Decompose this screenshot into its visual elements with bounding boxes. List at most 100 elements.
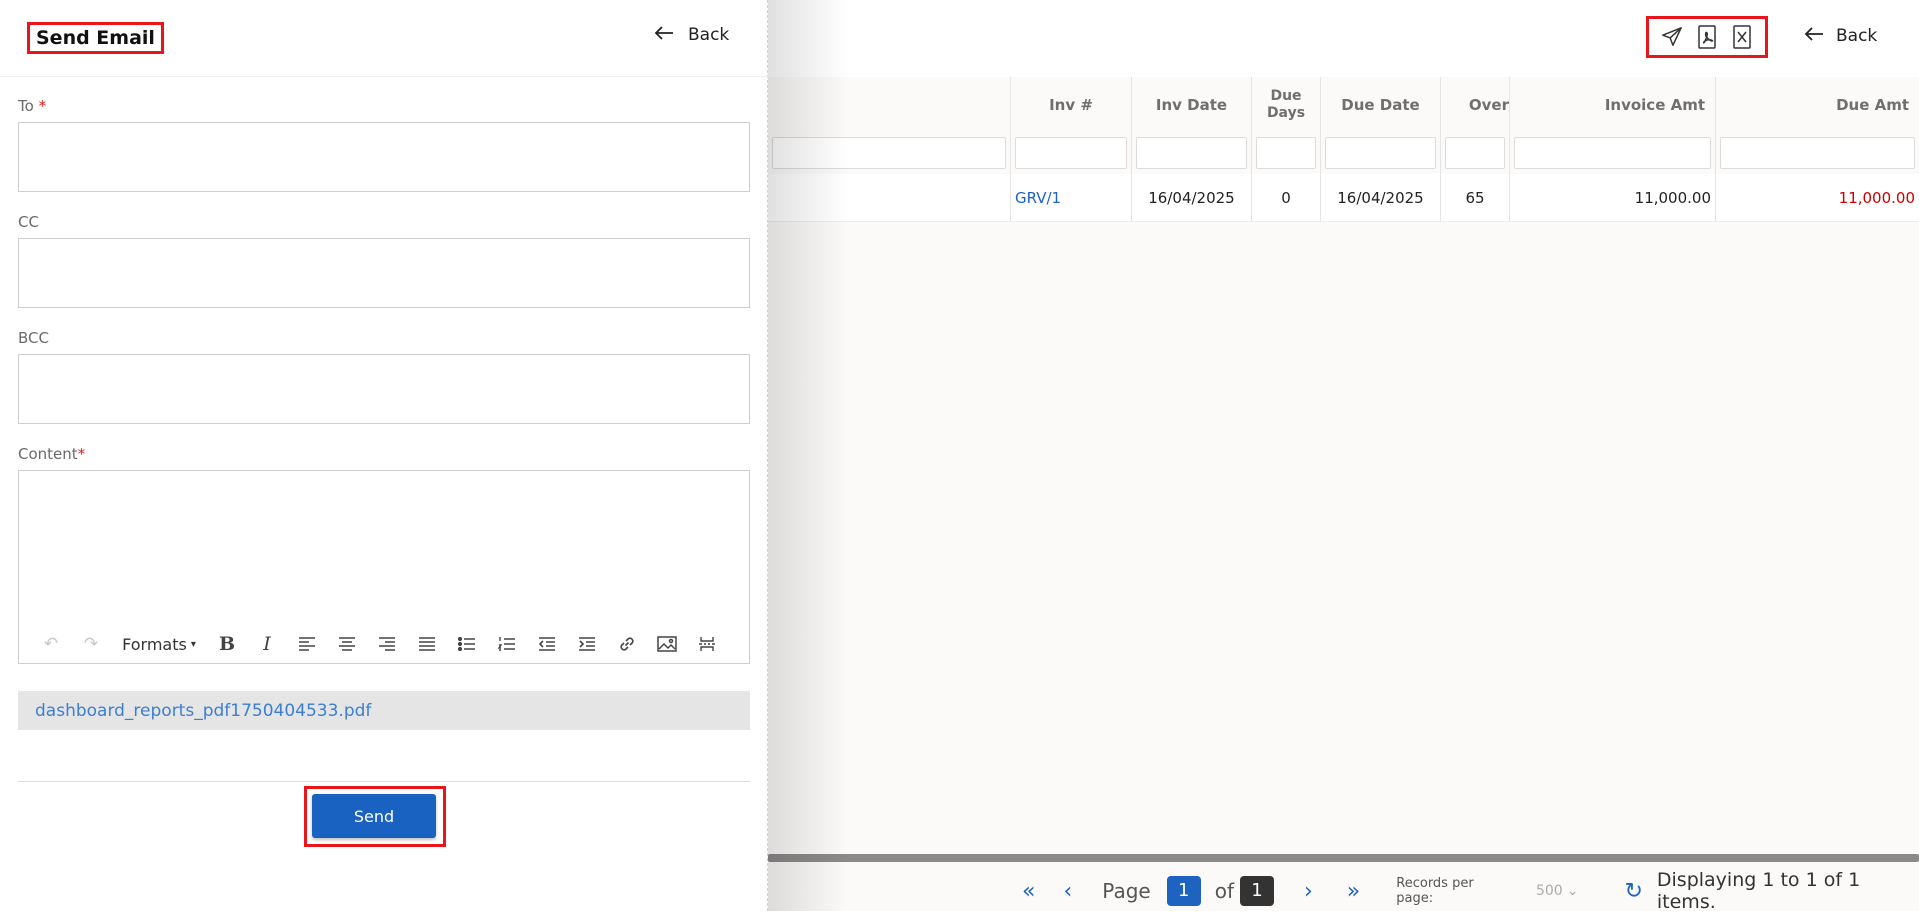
align-left-icon[interactable] bbox=[287, 629, 327, 659]
to-label-text: To bbox=[18, 97, 34, 115]
grid-header-inv-date[interactable]: Inv Date bbox=[1132, 77, 1252, 132]
page-label: Page bbox=[1102, 879, 1151, 903]
divider bbox=[18, 781, 750, 782]
table-cell-due-date: 16/04/2025 bbox=[1321, 174, 1441, 221]
refresh-icon[interactable]: ↻ bbox=[1624, 879, 1642, 904]
prev-page-icon[interactable]: ‹ bbox=[1063, 879, 1072, 904]
align-right-icon[interactable] bbox=[367, 629, 407, 659]
filter-input-invoice-amt[interactable] bbox=[1514, 137, 1711, 169]
bcc-label: BCC bbox=[18, 329, 49, 347]
numbered-list-icon[interactable] bbox=[487, 629, 527, 659]
report-back-button[interactable]: Back bbox=[1804, 26, 1877, 46]
report-page: Back Inv # Inv Date Due Days Due Date Ov… bbox=[768, 0, 1919, 913]
excel-export-icon[interactable] bbox=[1728, 23, 1756, 51]
filter-cell bbox=[1510, 132, 1716, 174]
of-label: of bbox=[1214, 879, 1234, 903]
invoice-grid: Inv # Inv Date Due Days Due Date Over In… bbox=[768, 77, 1919, 222]
filter-cell bbox=[1011, 132, 1132, 174]
panel-back-label: Back bbox=[688, 25, 730, 45]
formats-label: Formats bbox=[122, 634, 187, 654]
content-label-text: Content bbox=[18, 445, 78, 463]
to-label: To * bbox=[18, 97, 46, 115]
records-per-page-label: Records per page: bbox=[1396, 876, 1474, 906]
link-icon[interactable] bbox=[607, 629, 647, 659]
grid-header-due-amt[interactable]: Due Amt bbox=[1716, 77, 1919, 132]
table-cell-over: 65 bbox=[1441, 174, 1510, 221]
filter-input-due-amt[interactable] bbox=[1720, 137, 1915, 169]
next-page-icon[interactable]: › bbox=[1304, 879, 1313, 904]
required-marker: * bbox=[77, 445, 86, 463]
grid-header-inv[interactable]: Inv # bbox=[1011, 77, 1132, 132]
filter-input-due-days[interactable] bbox=[1256, 137, 1316, 169]
records-per-page-select[interactable]: 500 ⌄ bbox=[1536, 883, 1578, 899]
table-cell-invoice-amt: 11,000.00 bbox=[1510, 174, 1716, 221]
send-button[interactable]: Send bbox=[312, 794, 436, 838]
export-actions-group bbox=[1646, 16, 1768, 58]
arrow-left-icon bbox=[654, 25, 674, 45]
display-summary: Displaying 1 to 1 of 1 items. bbox=[1656, 869, 1861, 913]
filter-input[interactable] bbox=[772, 137, 1006, 169]
content-editor[interactable]: ↶ ↷ Formats ▾ B I bbox=[18, 470, 750, 664]
attachment-link[interactable]: dashboard_reports_pdf1750404533.pdf bbox=[18, 691, 750, 730]
filter-input-inv[interactable] bbox=[1015, 137, 1127, 169]
bold-icon[interactable]: B bbox=[207, 629, 247, 659]
pagination-bar: « ‹ Page 1 of 1 › » Records per page: 50… bbox=[768, 869, 1919, 913]
table-cell-inv-date: 16/04/2025 bbox=[1132, 174, 1252, 221]
current-page-input[interactable]: 1 bbox=[1166, 876, 1201, 906]
bcc-field[interactable] bbox=[18, 354, 750, 424]
report-back-label: Back bbox=[1836, 26, 1878, 46]
page-title: Send Email bbox=[27, 22, 164, 54]
caret-down-icon: ▾ bbox=[190, 638, 196, 650]
required-marker: * bbox=[38, 97, 47, 115]
invoice-link[interactable]: GRV/1 bbox=[1011, 174, 1132, 221]
filter-cell bbox=[1321, 132, 1441, 174]
grid-filter-row bbox=[768, 132, 1919, 174]
table-cell-due-days: 0 bbox=[1252, 174, 1321, 221]
filter-cell bbox=[1716, 132, 1919, 174]
table-row[interactable]: GRV/1 16/04/2025 0 16/04/2025 65 11,000.… bbox=[768, 174, 1919, 222]
horizontal-scrollbar[interactable] bbox=[768, 854, 1919, 862]
table-cell-due-amt: 11,000.00 bbox=[1838, 188, 1915, 207]
total-pages: 1 bbox=[1239, 876, 1274, 906]
to-field[interactable] bbox=[18, 122, 750, 192]
grid-header-invoice-amt[interactable]: Invoice Amt bbox=[1510, 77, 1716, 132]
panel-back-button[interactable]: Back bbox=[654, 25, 729, 45]
indent-icon[interactable] bbox=[567, 629, 607, 659]
editor-toolbar: ↶ ↷ Formats ▾ B I bbox=[19, 625, 749, 663]
italic-icon[interactable]: I bbox=[247, 629, 287, 659]
filter-cell bbox=[1252, 132, 1321, 174]
align-justify-icon[interactable] bbox=[407, 629, 447, 659]
send-icon[interactable] bbox=[1658, 23, 1686, 51]
cc-field[interactable] bbox=[18, 238, 750, 308]
arrow-left-icon bbox=[1804, 26, 1824, 46]
filter-input-over[interactable] bbox=[1445, 137, 1505, 169]
filter-cell bbox=[768, 132, 1011, 174]
grid-header-over[interactable]: Over bbox=[1441, 77, 1510, 132]
pdf-export-icon[interactable] bbox=[1693, 23, 1721, 51]
first-page-icon[interactable]: « bbox=[1022, 879, 1035, 904]
undo-icon[interactable]: ↶ bbox=[31, 629, 71, 659]
grid-header-row: Inv # Inv Date Due Days Due Date Over In… bbox=[768, 77, 1919, 132]
outdent-icon[interactable] bbox=[527, 629, 567, 659]
table-cell bbox=[768, 174, 1011, 221]
last-page-icon[interactable]: » bbox=[1347, 879, 1360, 904]
filter-cell bbox=[1132, 132, 1252, 174]
image-icon[interactable] bbox=[647, 629, 687, 659]
grid-header-hidden-col bbox=[768, 77, 1011, 132]
page-break-icon[interactable] bbox=[687, 629, 727, 659]
chevron-down-icon: ⌄ bbox=[1566, 883, 1579, 899]
records-per-page-value: 500 bbox=[1535, 883, 1563, 899]
content-label: Content* bbox=[18, 445, 85, 463]
redo-icon[interactable]: ↷ bbox=[71, 629, 111, 659]
filter-input-due-date[interactable] bbox=[1325, 137, 1436, 169]
grid-header-due-date[interactable]: Due Date bbox=[1321, 77, 1441, 132]
bullet-list-icon[interactable] bbox=[447, 629, 487, 659]
panel-header: Send Email Back bbox=[0, 0, 768, 77]
grid-header-due-days[interactable]: Due Days bbox=[1252, 77, 1321, 132]
filter-cell bbox=[1441, 132, 1510, 174]
align-center-icon[interactable] bbox=[327, 629, 367, 659]
send-email-panel: Send Email Back To * CC BCC Content* ↶ ↷… bbox=[0, 0, 768, 911]
filter-input-inv-date[interactable] bbox=[1136, 137, 1247, 169]
formats-dropdown[interactable]: Formats ▾ bbox=[111, 629, 207, 659]
cc-label: CC bbox=[18, 213, 39, 231]
